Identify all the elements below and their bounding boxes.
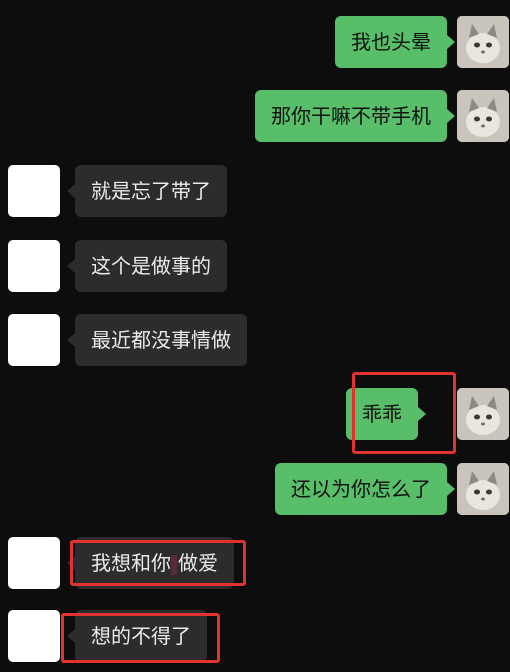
avatar[interactable] bbox=[8, 537, 60, 589]
message-bubble[interactable]: 那你干嘛不带手机 bbox=[255, 90, 447, 142]
avatar[interactable] bbox=[8, 165, 60, 217]
message-row-sent: 那你干嘛不带手机 bbox=[0, 90, 510, 152]
bubble-tail bbox=[67, 184, 75, 198]
cat-avatar-icon[interactable] bbox=[457, 388, 509, 440]
highlight-box bbox=[352, 372, 456, 454]
message-row-sent: 我也头晕 bbox=[0, 16, 510, 78]
avatar[interactable] bbox=[8, 314, 60, 366]
highlight-box bbox=[70, 540, 246, 586]
message-bubble[interactable]: 还以为你怎么了 bbox=[275, 463, 447, 515]
bubble-tail bbox=[67, 333, 75, 347]
message-row-received: 这个是做事的 bbox=[0, 240, 510, 302]
bubble-tail bbox=[67, 259, 75, 273]
message-bubble[interactable]: 这个是做事的 bbox=[75, 240, 227, 292]
message-bubble[interactable]: 最近都没事情做 bbox=[75, 314, 247, 366]
message-row-sent: 还以为你怎么了 bbox=[0, 463, 510, 525]
avatar[interactable] bbox=[8, 610, 60, 662]
bubble-tail bbox=[447, 109, 455, 123]
message-bubble[interactable]: 就是忘了带了 bbox=[75, 165, 227, 217]
avatar[interactable] bbox=[8, 240, 60, 292]
bubble-tail bbox=[447, 482, 455, 496]
chat-window: 我也头晕 那你干嘛不带手机 就是忘了带了 这个是做事的 最近都没事情做 乖乖 还… bbox=[0, 0, 510, 666]
message-bubble[interactable]: 我也头晕 bbox=[335, 16, 447, 68]
bubble-tail bbox=[447, 35, 455, 49]
cat-avatar-icon[interactable] bbox=[457, 463, 509, 515]
highlight-box bbox=[61, 613, 220, 663]
message-row-received: 最近都没事情做 bbox=[0, 314, 510, 376]
cat-avatar-icon[interactable] bbox=[457, 16, 509, 68]
message-row-received: 就是忘了带了 bbox=[0, 165, 510, 227]
cat-avatar-icon[interactable] bbox=[457, 90, 509, 142]
